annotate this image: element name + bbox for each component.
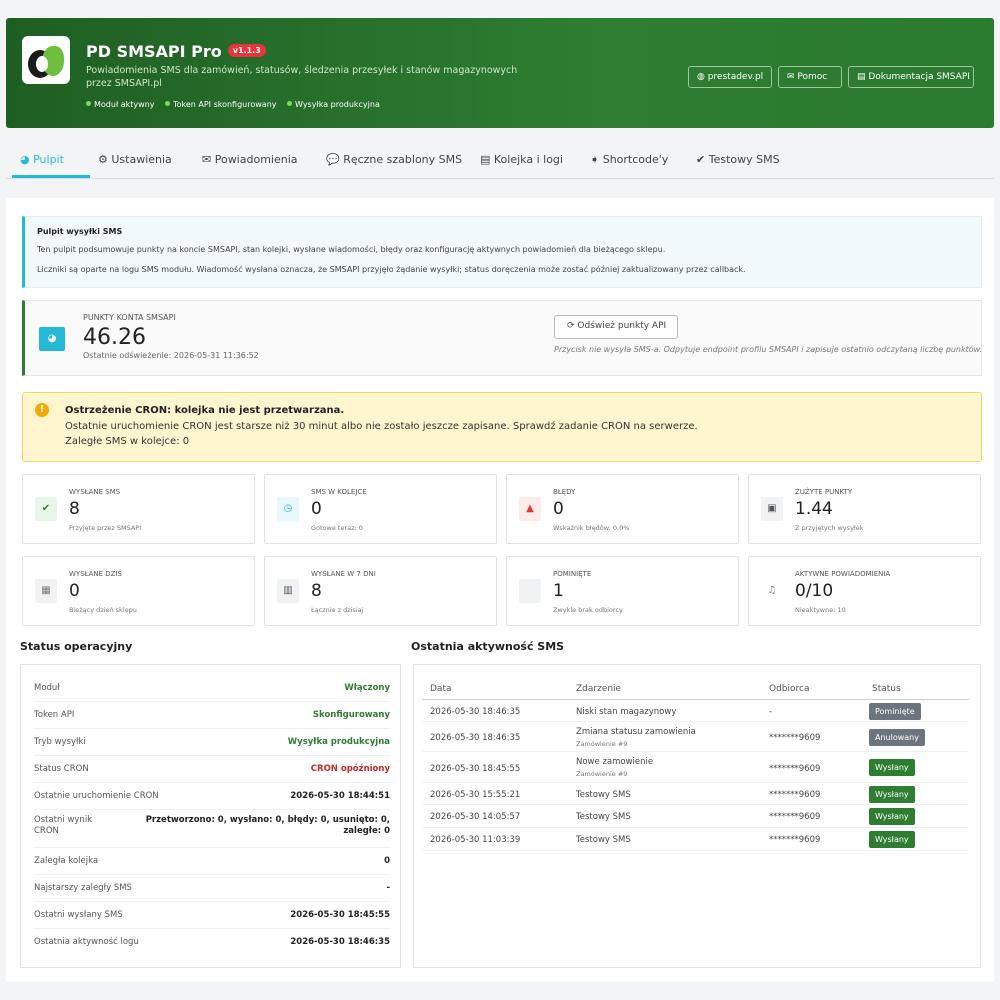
points-refreshed: Ostatnie odświeżenie: 2026-05-31 11:36:5… <box>83 351 259 360</box>
stat-card-used-points: ▣ ZUŻYTE PUNKTY 1.44 Z przyjętych wysyłe… <box>748 474 981 544</box>
status-row: Moduł Włączony <box>34 675 390 702</box>
warning-line-2: Zaległe SMS w kolejce: 0 <box>65 436 190 447</box>
tab-shortcodes[interactable]: ➧ Shortcode'y <box>590 153 668 166</box>
cogs-icon: ⚙ <box>98 153 112 166</box>
version-badge: v1.1.3 <box>227 44 266 57</box>
module-status-list: Moduł aktywny Token API skonfigurowany W… <box>86 100 388 109</box>
status-row: Ostatnia aktywność logu 2026-05-30 18:46:… <box>34 937 390 947</box>
check-icon: ✔ <box>35 497 57 521</box>
points-card: ◕ PUNKTY KONTA SMSAPI 46.26 Ostatnie odś… <box>22 300 982 376</box>
tab-powiadomienia[interactable]: ✉ Powiadomienia <box>202 153 298 166</box>
activity-section-title: Ostatnia aktywność SMS <box>411 640 565 653</box>
dashboard-icon: ◕ <box>20 153 34 166</box>
column-header-status: Status <box>872 684 901 694</box>
table-row: 2026-05-30 11:03:39 Testowy SMS *******9… <box>422 828 969 851</box>
points-label: PUNKTY KONTA SMSAPI <box>83 313 176 322</box>
points-value: 46.26 <box>83 325 146 350</box>
tab-bar: ◕ Pulpit ⚙ Ustawienia ✉ Powiadomienia 💬 … <box>6 145 994 179</box>
bell-icon: ♫ <box>761 579 783 603</box>
table-row: 2026-05-30 15:55:21 Testowy SMS *******9… <box>422 783 969 805</box>
status-badge: Pominięte <box>869 703 921 720</box>
stat-card-queue: ◷ SMS W KOLEJCE 0 Gotowe teraz: 0 <box>264 474 497 544</box>
info-line-1: Ten pulpit podsumowuje punkty na koncie … <box>37 245 666 254</box>
refresh-points-button[interactable]: ⟳ Odśwież punkty API <box>554 315 678 339</box>
status-badge: Wysłany <box>869 759 915 776</box>
column-header-event: Zdarzenie <box>576 684 622 694</box>
info-title: Pulpit wysyłki SMS <box>37 227 123 236</box>
dashboard-icon: ◕ <box>39 327 65 351</box>
status-row: Tryb wysyłki Wysyłka produkcyjna <box>34 729 390 756</box>
status-row: Ostatnie uruchomienie CRON 2026-05-30 18:… <box>34 783 390 810</box>
module-subtitle: Powiadomienia SMS dla zamówień, statusów… <box>86 65 518 89</box>
status-row: Najstarszy zaległy SMS - <box>34 875 390 902</box>
exclamation-icon: ! <box>35 403 49 417</box>
prestadev-link-button[interactable]: ◍ prestadev.pl <box>688 66 772 88</box>
status-section-title: Status operacyjny <box>20 640 133 653</box>
active-tab-indicator <box>12 175 90 178</box>
warning-line-1: Ostatnie uruchomienie CRON jest starsze … <box>65 421 698 432</box>
book-icon: ▤ <box>857 72 869 82</box>
stat-card-sent: ✔ WYSŁANE SMS 8 Przyjęte przez SMSAPI <box>22 474 255 544</box>
status-badge: Wysłany <box>869 808 915 825</box>
stat-card-sent-today: ▦ WYSŁANE DZIŚ 0 Bieżący dzień sklepu <box>22 556 255 626</box>
stat-card-errors: ▲ BŁĘDY 0 Wskaźnik błędów: 0.0% <box>506 474 739 544</box>
list-icon: ▤ <box>480 153 494 166</box>
status-badge: Wysłany <box>869 831 915 848</box>
status-row: Status CRON CRON opóźniony <box>34 756 390 783</box>
points-note: Przycisk nie wysyła SMS-a. Odpytuje endp… <box>554 345 983 354</box>
clock-icon: ◷ <box>277 497 299 521</box>
tab-pulpit[interactable]: ◕ Pulpit <box>20 153 64 166</box>
warning-title: Ostrzeżenie CRON: kolejka nie jest przet… <box>65 405 345 416</box>
stat-card-skipped: POMINIĘTE 1 Zwykle brak odbiorcy <box>506 556 739 626</box>
table-row: 2026-05-30 18:46:35 Zmiana statusu zamow… <box>422 722 969 752</box>
status-row: Ostatni wynik CRON Przetworzono: 0, wysła… <box>34 810 390 848</box>
table-row: 2026-05-30 14:05:57 Testowy SMS *******9… <box>422 805 969 828</box>
status-badge: Wysłany <box>869 786 915 803</box>
stat-card-active-notifications: ♫ AKTYWNE POWIADOMIENIA 0/10 Nieaktywne:… <box>748 556 981 626</box>
tab-testowy-sms[interactable]: ✔ Testowy SMS <box>696 153 780 166</box>
tab-ustawienia[interactable]: ⚙ Ustawienia <box>98 153 172 166</box>
info-line-2: Liczniki są oparte na logu SMS modułu. W… <box>37 265 746 274</box>
stat-card-sent-7-days: ▥ WYSŁANE W 7 DNI 8 Łącznie z dzisiaj <box>264 556 497 626</box>
docs-button[interactable]: ▤ Dokumentacja SMSAPI <box>848 66 974 88</box>
warning-icon: ▲ <box>519 497 541 521</box>
table-row: 2026-05-30 18:45:55 Nowe zamowienie Zamó… <box>422 752 969 783</box>
tag-icon: ➧ <box>590 153 603 166</box>
cron-warning: ! Ostrzeżenie CRON: kolejka nie jest prz… <box>22 392 982 462</box>
envelope-icon: ✉ <box>787 72 798 82</box>
status-badge: Anulowany <box>869 729 925 746</box>
money-icon: ▣ <box>761 497 783 521</box>
status-dot-icon <box>165 101 171 106</box>
help-button[interactable]: ✉ Pomoc <box>778 66 842 88</box>
status-dot-icon <box>86 101 91 106</box>
tab-kolejka-logi[interactable]: ▤ Kolejka i logi <box>480 153 563 166</box>
status-row: Zaległa kolejka 0 <box>34 848 390 875</box>
check-icon: ✔ <box>696 153 709 166</box>
status-row: Ostatni wysłany SMS 2026-05-30 18:45:55 <box>34 902 390 929</box>
chart-icon: ▥ <box>277 579 299 603</box>
tab-reczne-szablony[interactable]: 💬 Ręczne szablony SMS <box>326 153 462 166</box>
blank-icon <box>519 579 541 603</box>
module-title: PD SMSAPI Pro v1.1.3 <box>86 42 266 61</box>
column-header-date: Data <box>430 684 452 694</box>
comments-icon: 💬 <box>326 153 344 166</box>
status-row: Token API Skonfigurowany <box>34 702 390 729</box>
status-dot-icon <box>287 101 293 106</box>
column-header-recipient: Odbiorca <box>769 684 810 694</box>
refresh-icon: ⟳ <box>567 321 578 331</box>
table-row: 2026-05-30 18:46:35 Niski stan magazynow… <box>422 700 969 722</box>
info-alert: Pulpit wysyłki SMS Ten pulpit podsumowuj… <box>22 216 982 288</box>
envelope-icon: ✉ <box>202 153 215 166</box>
calendar-icon: ▦ <box>35 579 57 603</box>
globe-icon: ◍ <box>697 72 708 82</box>
module-logo <box>22 36 70 84</box>
